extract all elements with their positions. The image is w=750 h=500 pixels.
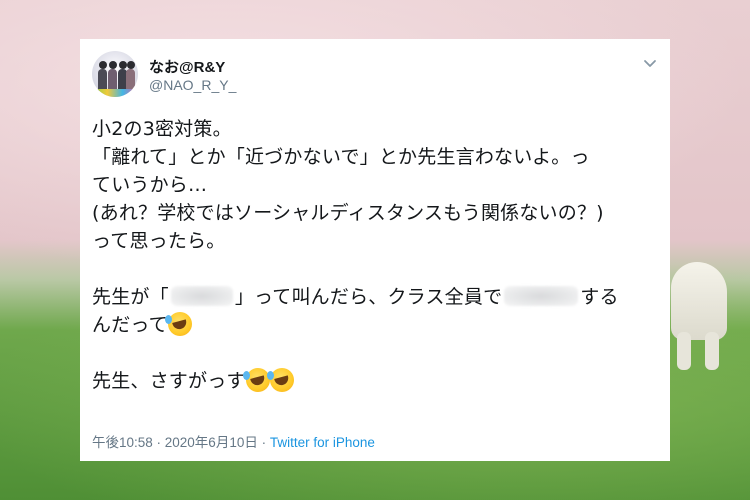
chevron-down-icon[interactable]	[642, 55, 658, 71]
tweet-line: 先生、さすがっす	[92, 367, 662, 395]
timestamp[interactable]: 午後10:58 · 2020年6月10日	[92, 435, 258, 450]
line-break	[92, 255, 662, 283]
tweet-line: (あれ？学校ではソーシャルディスタンスもう関係ないの？)	[92, 202, 604, 224]
tweet-fragment: する	[580, 286, 619, 308]
screen-name[interactable]: @NAO_R_Y_	[149, 77, 236, 93]
display-name[interactable]: なお@R&Y	[149, 56, 225, 77]
source-link[interactable]: Twitter for iPhone	[270, 435, 375, 450]
tweet-line: って思ったら。	[92, 230, 226, 252]
tweet-line: 先生が「 」って叫んだら、クラス全員で する	[92, 283, 662, 311]
blurred-text	[504, 285, 579, 306]
tweet-fragment: 」って叫んだら、クラス全員で	[234, 286, 503, 308]
tweet-line: んだって	[92, 311, 662, 339]
tweet-meta: 午後10:58 · 2020年6月10日 · Twitter for iPhon…	[92, 431, 375, 451]
tweet-fragment: 先生、さすがっす	[92, 370, 246, 392]
line-break	[92, 339, 662, 367]
background-figurine	[665, 262, 727, 370]
tweet-text: 小2の3密対策。 「離れて」とか「近づかないで」とか先生言わないよ。っ ていうか…	[92, 115, 662, 395]
blurred-text	[170, 285, 233, 306]
tweet-line: ていうから…	[92, 174, 208, 196]
rofl-emoji-icon	[242, 367, 270, 392]
tweet-fragment: んだって	[92, 314, 168, 336]
tweet-line: 「離れて」とか「近づかないで」とか先生言わないよ。っ	[92, 146, 590, 168]
meta-separator: ·	[257, 435, 270, 450]
rofl-emoji-icon	[164, 311, 192, 336]
tweet-line: 小2の3密対策。	[92, 118, 232, 140]
avatar[interactable]	[92, 51, 138, 97]
tweet-fragment: 先生が「	[92, 286, 169, 308]
rofl-emoji-icon	[266, 367, 294, 392]
tweet-card: なお@R&Y @NAO_R_Y_ 小2の3密対策。 「離れて」とか「近づかないで…	[80, 39, 670, 461]
